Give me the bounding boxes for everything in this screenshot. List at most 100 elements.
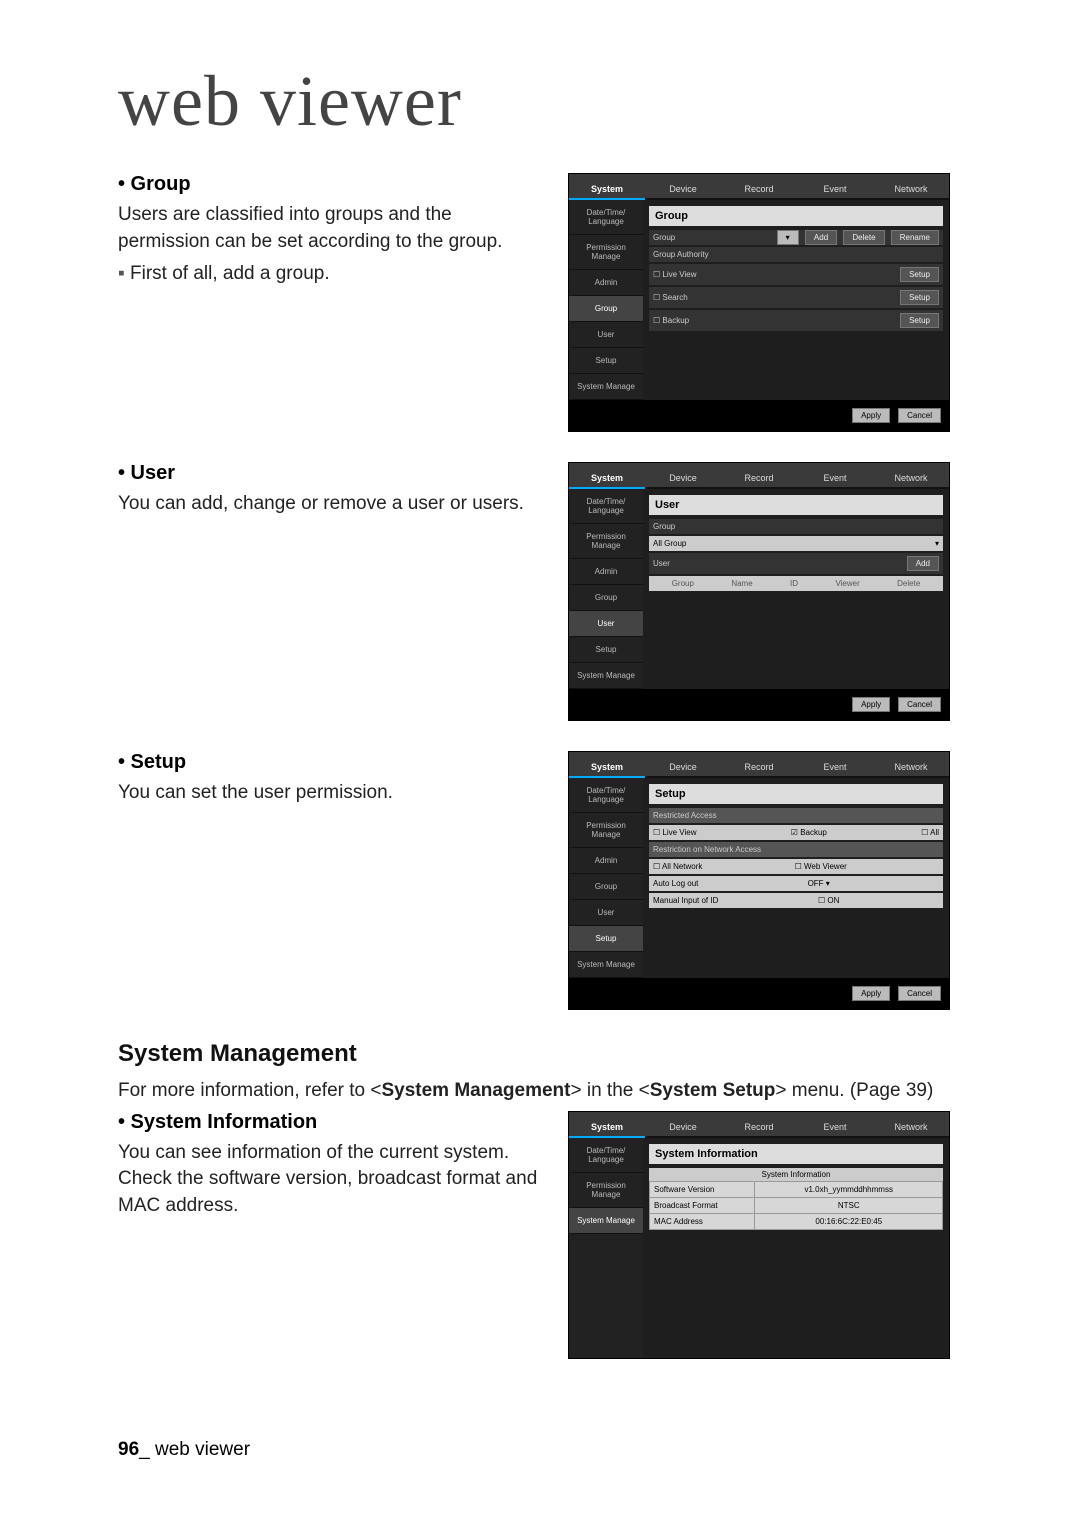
cancel-button[interactable]: Cancel [898,408,941,423]
tab-system[interactable]: System [569,752,645,778]
side-dtl[interactable]: Date/Time/ Language [569,489,643,524]
side-user[interactable]: User [569,611,643,637]
user-heading: • User [118,462,548,485]
apply-button[interactable]: Apply [852,408,890,423]
user-desc: You can add, change or remove a user or … [118,491,548,518]
backup-setup-button[interactable]: Setup [900,313,939,328]
side-user[interactable]: User [569,900,643,926]
section-sysinfo: • System Information You can see informa… [118,1111,990,1359]
side-perm[interactable]: Permission Manage [569,1173,643,1208]
backup-check[interactable]: ☑ [791,828,800,837]
tab-network[interactable]: Network [873,463,949,489]
allnetwork-check[interactable]: All Network [653,862,702,871]
all-check[interactable]: All [921,828,939,837]
tab-system[interactable]: System [569,463,645,489]
autologout-select[interactable]: OFF [808,879,824,888]
liveview-check[interactable]: Live View [653,270,697,279]
tab-device[interactable]: Device [645,752,721,778]
rename-button[interactable]: Rename [891,230,939,245]
col-group: Group [672,579,694,588]
setup-desc: You can set the user permission. [118,780,548,807]
section-group: • Group Users are classified into groups… [118,173,990,432]
tab-record[interactable]: Record [721,174,797,200]
user-bar-label: User [653,559,670,568]
side-dtl[interactable]: Date/Time/ Language [569,1138,643,1173]
tab-device[interactable]: Device [645,1112,721,1138]
side-perm[interactable]: Permission Manage [569,813,643,848]
col-id: ID [790,579,798,588]
panel-title: System Information [649,1144,943,1164]
tab-record[interactable]: Record [721,1112,797,1138]
tab-network[interactable]: Network [873,1112,949,1138]
backup-check[interactable]: Backup [653,316,689,325]
side-dtl[interactable]: Date/Time/ Language [569,778,643,813]
tab-record[interactable]: Record [721,752,797,778]
table-row: MAC Address00:16:6C:22:E0:45 [650,1213,943,1229]
dropdown-icon[interactable]: ▾ [935,539,939,548]
sysinfo-desc: You can see information of the current s… [118,1140,548,1220]
delete-button[interactable]: Delete [843,230,884,245]
webviewer-check[interactable]: Web Viewer [795,862,847,871]
side-setup[interactable]: Setup [569,348,643,374]
search-check[interactable]: Search [653,293,688,302]
tab-system[interactable]: System [569,174,645,200]
side-sysmanage[interactable]: System Manage [569,1208,643,1234]
screenshot-user: System Device Record Event Network Date/… [568,462,950,721]
side-sysmanage[interactable]: System Manage [569,952,643,978]
dropdown-icon[interactable]: ▾ [777,230,799,245]
system-management-desc: For more information, refer to <System M… [118,1078,990,1105]
side-perm[interactable]: Permission Manage [569,524,643,559]
tab-device[interactable]: Device [645,174,721,200]
k-broadcast: Broadcast Format [650,1197,755,1213]
side-setup[interactable]: Setup [569,637,643,663]
side-admin[interactable]: Admin [569,270,643,296]
system-management-heading: System Management [118,1040,990,1068]
side-user[interactable]: User [569,322,643,348]
add-button[interactable]: Add [907,556,939,571]
apply-button[interactable]: Apply [852,986,890,1001]
group-bar-label: Group [653,233,675,242]
panel-title: Setup [649,784,943,804]
manualid-check[interactable]: ON [818,896,839,905]
col-delete: Delete [897,579,920,588]
liveview-check[interactable]: Live View [653,828,697,837]
tab-record[interactable]: Record [721,463,797,489]
side-sysmanage[interactable]: System Manage [569,663,643,689]
panel-title: Group [649,206,943,226]
side-admin[interactable]: Admin [569,848,643,874]
tab-event[interactable]: Event [797,1112,873,1138]
restricted-access-label: Restricted Access [653,811,717,820]
side-sysmanage[interactable]: System Manage [569,374,643,400]
tab-network[interactable]: Network [873,174,949,200]
tab-network[interactable]: Network [873,752,949,778]
liveview-setup-button[interactable]: Setup [900,267,939,282]
group-select[interactable]: All Group [653,539,686,548]
tab-system[interactable]: System [569,1112,645,1138]
tab-event[interactable]: Event [797,463,873,489]
screenshot-sysinfo: System Device Record Event Network Date/… [568,1111,950,1359]
screenshot-setup: System Device Record Event Network Date/… [568,751,950,1010]
side-group[interactable]: Group [569,296,643,322]
panel-title: User [649,495,943,515]
side-perm[interactable]: Permission Manage [569,235,643,270]
footer-label: web viewer [155,1439,250,1460]
side-group[interactable]: Group [569,585,643,611]
autologout-label: Auto Log out [653,879,698,888]
manualid-label: Manual Input of ID [653,896,718,905]
side-admin[interactable]: Admin [569,559,643,585]
cancel-button[interactable]: Cancel [898,986,941,1001]
page-number: 96 [118,1439,139,1460]
search-setup-button[interactable]: Setup [900,290,939,305]
apply-button[interactable]: Apply [852,697,890,712]
cancel-button[interactable]: Cancel [898,697,941,712]
tab-device[interactable]: Device [645,463,721,489]
add-button[interactable]: Add [805,230,837,245]
group-step: First of all, add a group. [118,261,548,288]
tab-event[interactable]: Event [797,174,873,200]
side-dtl[interactable]: Date/Time/ Language [569,200,643,235]
tab-event[interactable]: Event [797,752,873,778]
side-group[interactable]: Group [569,874,643,900]
group-label: Group [653,522,675,531]
restrict-network-label: Restriction on Network Access [653,845,761,854]
side-setup[interactable]: Setup [569,926,643,952]
